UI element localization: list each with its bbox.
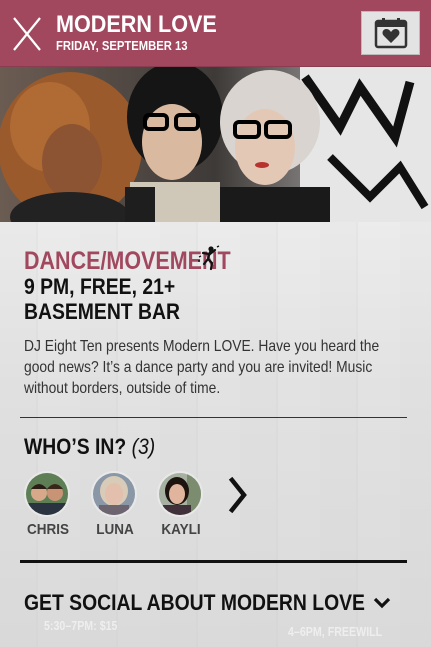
divider bbox=[20, 417, 407, 418]
category-row: DANCE/MOVEMENT bbox=[24, 247, 264, 276]
attendee-luna[interactable]: LUNA bbox=[87, 469, 147, 544]
chevron-right-icon bbox=[228, 476, 247, 514]
next-attendees-button[interactable] bbox=[226, 476, 250, 514]
event-photo bbox=[0, 67, 431, 222]
avatar bbox=[24, 471, 70, 517]
avatar bbox=[91, 471, 137, 517]
event-date: FRIDAY, SEPTEMBER 13 bbox=[56, 39, 188, 53]
whos-in-heading: WHO’S IN? (3) bbox=[24, 434, 155, 460]
attendee-kayli[interactable]: KAYLI bbox=[153, 469, 213, 544]
avatar bbox=[157, 471, 203, 517]
close-icon bbox=[13, 17, 41, 51]
whos-in-label: WHO’S IN? bbox=[24, 434, 127, 459]
whos-in-count: (3) bbox=[131, 434, 156, 459]
event-time-price-age: 9 PM, FREE, 21+ bbox=[24, 274, 176, 299]
close-button[interactable] bbox=[10, 14, 44, 54]
event-description: DJ Eight Ten presents Modern LOVE. Have … bbox=[24, 338, 380, 397]
chevron-down-icon bbox=[372, 596, 392, 610]
attendee-name: KAYLI bbox=[161, 521, 201, 538]
divider bbox=[20, 560, 407, 563]
attendee-name: CHRIS bbox=[26, 521, 69, 538]
event-info: 9 PM, FREE, 21+ BASEMENT BAR bbox=[24, 274, 180, 324]
event-title: MODERN LOVE bbox=[56, 11, 217, 38]
event-header: MODERN LOVE FRIDAY, SEPTEMBER 13 bbox=[0, 0, 431, 67]
event-details: DANCE/MOVEMENT 9 PM, FREE, 21+ BASEMENT … bbox=[0, 222, 431, 647]
attendee-list: CHRIS LUNA KAYLI bbox=[0, 469, 431, 549]
event-venue: BASEMENT BAR bbox=[24, 299, 180, 324]
calendar-heart-icon bbox=[374, 18, 407, 49]
attendee-chris[interactable]: CHRIS bbox=[20, 469, 80, 544]
get-social-toggle[interactable]: GET SOCIAL ABOUT MODERN LOVE bbox=[0, 578, 431, 628]
add-to-calendar-button[interactable] bbox=[361, 11, 420, 55]
get-social-label: GET SOCIAL ABOUT MODERN LOVE bbox=[24, 590, 365, 615]
attendee-name: LUNA bbox=[96, 521, 134, 538]
dancer-icon bbox=[198, 245, 220, 271]
